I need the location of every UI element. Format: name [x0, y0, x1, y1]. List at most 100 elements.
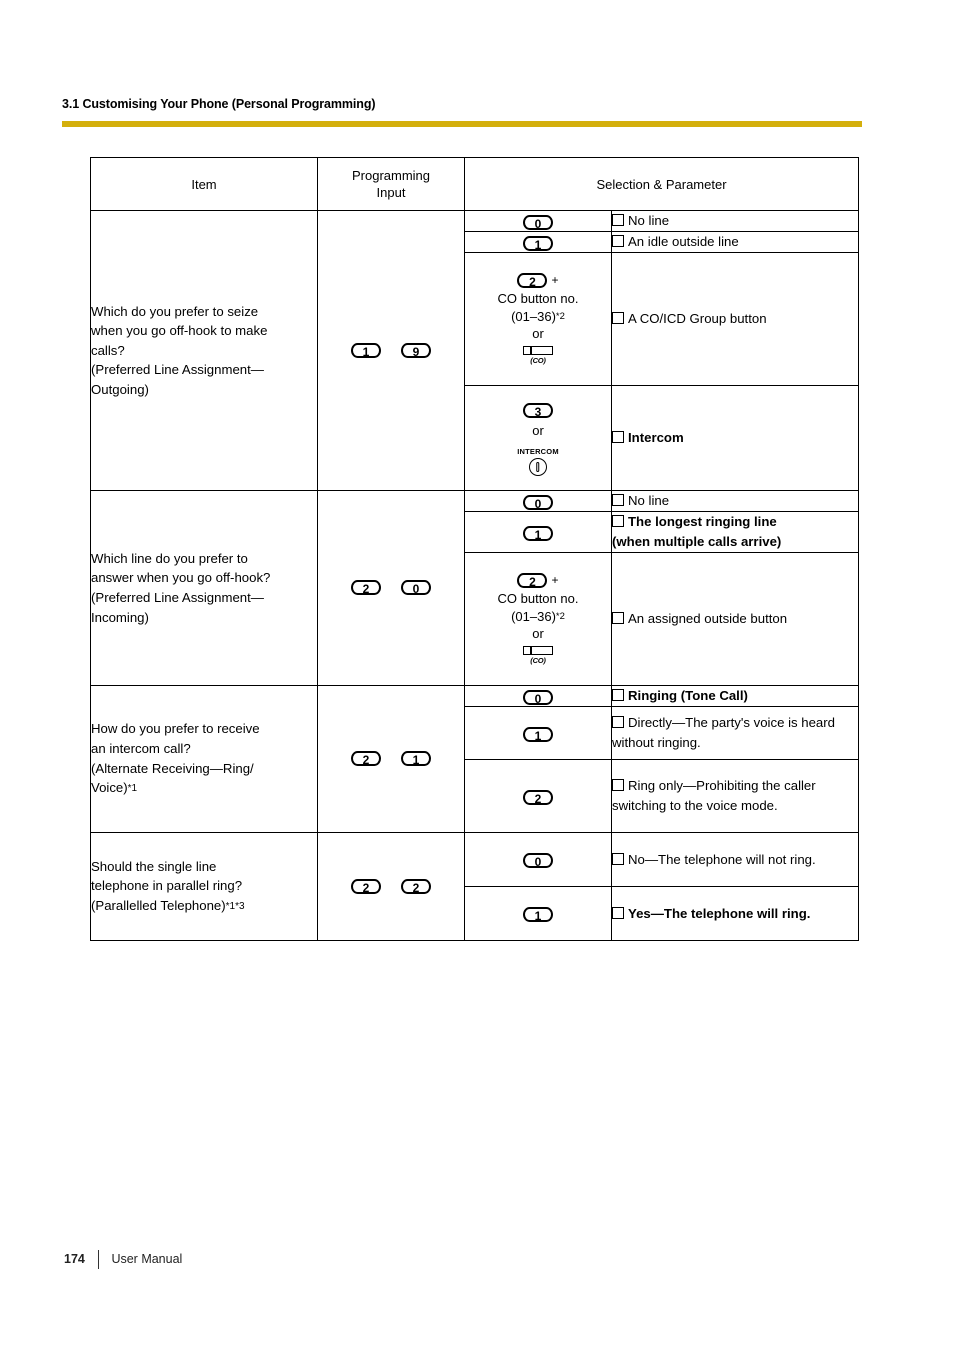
key-note-line1: CO button no.: [497, 591, 579, 607]
parameter-label: Intercom: [628, 430, 684, 445]
programming-input-alternate-receiving: 21: [317, 685, 465, 833]
item-line3: (Parallelled Telephone): [91, 897, 226, 913]
header-gold-rule: [62, 121, 862, 127]
selection-key-cell: 0: [464, 210, 612, 232]
keycap[interactable]: 1: [351, 342, 381, 359]
keycap[interactable]: 2: [523, 789, 553, 806]
checkbox-icon[interactable]: [612, 716, 624, 728]
item-parallelled-telephone: Should the single line telephone in para…: [90, 832, 318, 941]
key-plus-group: 2 +: [465, 270, 611, 290]
checkbox-icon[interactable]: [612, 612, 624, 624]
item-line5: Outgoing): [91, 381, 149, 397]
column-header-programming-input: Programming Input: [317, 157, 465, 211]
co-button-icon[interactable]: (CO): [523, 346, 553, 365]
keycap[interactable]: 0: [523, 689, 553, 706]
key-note-line1: CO button no.: [497, 291, 579, 307]
keycap[interactable]: 2: [517, 273, 548, 289]
checkbox-icon[interactable]: [612, 494, 624, 506]
parameter-cell: No line: [610, 490, 860, 512]
keycap[interactable]: 1: [523, 726, 553, 743]
table-row: Which do you prefer to seize when you go…: [90, 210, 860, 491]
parameter-cell: Yes—The telephone will ring.: [610, 886, 860, 941]
keycap[interactable]: 2: [351, 751, 381, 767]
column-header-programming-input-line2: Input: [376, 185, 406, 200]
selection-key-cell: 1: [464, 706, 612, 760]
footnote-marker: *1*3: [225, 900, 245, 912]
plus-sign: +: [551, 573, 559, 588]
checkbox-icon[interactable]: [612, 312, 624, 324]
keycap[interactable]: 1: [523, 907, 553, 923]
programming-input-preferred-line-incoming: 20: [317, 490, 465, 686]
item-line4: (Preferred Line Assignment—: [91, 362, 264, 378]
footnote-marker: *2: [555, 610, 565, 622]
key-note-line2: (01–36)*2: [465, 308, 611, 326]
parameter-cell: The longest ringing line (when multiple c…: [610, 511, 860, 553]
checkbox-icon[interactable]: [612, 235, 624, 247]
keypair: 20: [351, 579, 431, 596]
item-line4: Incoming): [91, 609, 149, 625]
keycap[interactable]: 1: [523, 525, 553, 542]
item-line4: Voice): [91, 780, 128, 796]
selection-key-cell: 0: [464, 490, 612, 512]
parameter-label: An assigned outside button: [628, 611, 788, 626]
page-running-head: 3.1 Customising Your Phone (Personal Pro…: [62, 96, 862, 112]
table-header-row: Item Programming Input Selection & Param…: [90, 157, 860, 211]
key-note-range: (01–36): [511, 608, 556, 624]
intercom-button-icon[interactable]: INTERCOM: [517, 447, 559, 476]
co-button-icon[interactable]: (CO): [523, 646, 553, 665]
keycap[interactable]: 1: [401, 751, 431, 767]
column-header-item: Item: [90, 157, 318, 211]
item-preferred-line-incoming: Which line do you prefer to answer when …: [90, 490, 318, 686]
parameter-label-line1: The longest ringing line: [628, 514, 777, 529]
keycap[interactable]: 2: [517, 573, 548, 589]
parameter-label: Ring only—Prohibiting the caller switchi…: [612, 778, 816, 813]
selection-key-cell: 0: [464, 685, 612, 707]
keycap[interactable]: 0: [523, 853, 553, 869]
parameter-label: A CO/ICD Group button: [628, 311, 767, 326]
plus-sign: +: [551, 273, 559, 288]
item-line3: (Preferred Line Assignment—: [91, 590, 264, 605]
checkbox-icon[interactable]: [612, 515, 624, 527]
selection-key-cell: 2 + CO button no. (01–36)*2 or (CO): [464, 552, 612, 686]
checkbox-icon[interactable]: [612, 214, 624, 226]
keycap[interactable]: 2: [351, 878, 381, 895]
intercom-button-icon-shape: [528, 458, 547, 476]
parameter-label: An idle outside line: [628, 234, 739, 249]
programming-input-parallelled-telephone: 22: [317, 832, 465, 941]
page-title: 3.1 Customising Your Phone (Personal Pro…: [62, 97, 376, 111]
table-row: Which line do you prefer to answer when …: [90, 490, 860, 686]
co-button-icon-shape: [523, 646, 553, 656]
column-header-selection-parameter: Selection & Parameter: [463, 157, 860, 211]
checkbox-icon[interactable]: [612, 852, 624, 865]
item-line2: telephone in parallel ring?: [91, 878, 243, 894]
item-line1: Which line do you prefer to: [91, 550, 248, 566]
selection-key-cell: 1: [464, 231, 612, 253]
key-note-range: (01–36): [511, 308, 556, 324]
keycap[interactable]: 3: [523, 403, 553, 419]
key-group: 3: [465, 400, 611, 419]
parameter-label-line2: (when multiple calls arrive): [612, 534, 782, 549]
checkbox-icon[interactable]: [612, 431, 624, 443]
footnote-marker: *2: [555, 310, 565, 322]
parameter-cell: An assigned outside button: [610, 552, 860, 686]
keycap[interactable]: 0: [401, 580, 431, 596]
page-number: 174: [64, 1252, 85, 1266]
checkbox-icon[interactable]: [612, 779, 624, 791]
item-line2: answer when you go off-hook?: [91, 570, 271, 586]
keycap[interactable]: 2: [401, 878, 431, 895]
checkbox-icon[interactable]: [612, 906, 624, 919]
programming-settings-table: Item Programming Input Selection & Param…: [90, 157, 860, 941]
keycap[interactable]: 0: [523, 494, 553, 511]
keycap[interactable]: 1: [523, 235, 553, 252]
keycap[interactable]: 0: [523, 214, 553, 231]
parameter-cell: Intercom: [610, 385, 860, 491]
keycap[interactable]: 2: [351, 580, 381, 596]
parameter-cell: A CO/ICD Group button: [610, 252, 860, 386]
key-note-line2: (01–36)*2: [465, 608, 611, 626]
footer-divider: [97, 1249, 100, 1269]
table-row: Should the single line telephone in para…: [90, 832, 860, 941]
keycap[interactable]: 9: [401, 342, 431, 359]
co-button-icon-label: (CO): [530, 656, 546, 666]
item-line1: How do you prefer to receive: [91, 721, 260, 737]
checkbox-icon[interactable]: [612, 689, 624, 701]
